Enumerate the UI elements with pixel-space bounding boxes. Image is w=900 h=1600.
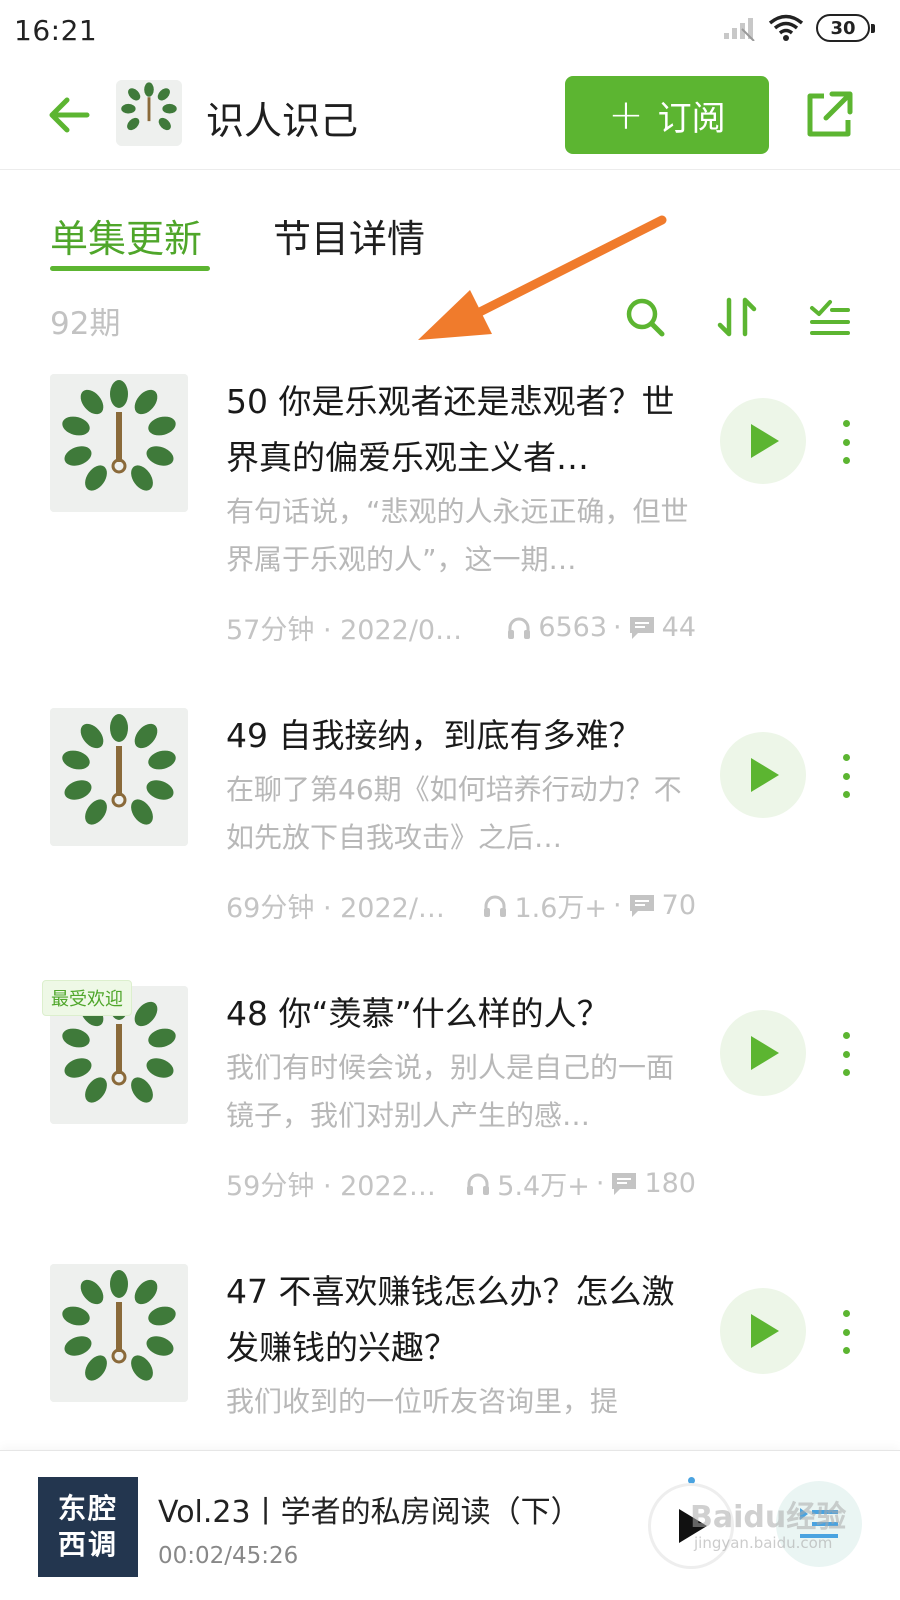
more-vertical-icon: [842, 754, 850, 761]
play-icon: [751, 1036, 779, 1070]
app-header: 识人识己 + 订阅: [0, 62, 900, 170]
episode-toolbar: 92期: [0, 290, 900, 350]
mini-player-play-button[interactable]: [648, 1483, 734, 1569]
meta-separator: ·: [595, 1168, 605, 1199]
podcast-cover: [116, 80, 182, 146]
episode-title: 48 你“羡慕”什么样的人？: [226, 994, 610, 1033]
back-arrow-icon: [49, 97, 90, 133]
tab-bar: 单集更新 节目详情: [0, 200, 900, 280]
status-icons: 30: [722, 14, 875, 42]
episode-comments: 44: [661, 612, 696, 643]
active-tab-indicator: [50, 266, 210, 271]
more-options-button[interactable]: [834, 1032, 858, 1076]
more-options-button[interactable]: [834, 754, 858, 798]
play-icon: [679, 1509, 707, 1543]
more-vertical-icon: [842, 420, 850, 427]
play-icon: [751, 424, 779, 458]
search-icon[interactable]: [622, 294, 668, 340]
status-time: 16:21: [14, 14, 98, 47]
sort-icon[interactable]: [714, 294, 760, 340]
episode-duration-date: 57分钟 · 2022/0…: [226, 615, 463, 646]
comment-icon: [629, 894, 654, 917]
episode-title: 50 你是乐观者还是悲观者？世界真的偏爱乐观主义者…: [226, 382, 675, 477]
episode-plays: 1.6万+: [514, 893, 608, 924]
episode-meta: 59分钟 · 2022… 5.4万+ · 180: [226, 1164, 696, 1203]
cover-leaf-wreath-icon: [50, 1264, 188, 1402]
episode-comments: 70: [661, 890, 696, 921]
battery-icon: 30: [816, 14, 875, 42]
episode-description: 在聊了第46期《如何培养行动力？不如先放下自我攻击》之后…: [226, 773, 682, 854]
episode-count: 92期: [50, 306, 121, 342]
cover-leaf-wreath-icon: [50, 708, 188, 846]
episode-duration-date: 59分钟 · 2022…: [226, 1171, 436, 1202]
now-playing-cover: 东腔 西调: [38, 1477, 138, 1577]
podcast-title: 识人识己: [206, 99, 359, 143]
episode-description: 有句话说，“悲观的人永远正确，但世界属于乐观的人”，这一期…: [226, 495, 689, 576]
episode-plays: 6563: [538, 612, 608, 643]
more-vertical-icon: [842, 1032, 850, 1039]
episode-title: 47 不喜欢赚钱怎么办？怎么激发赚钱的兴趣？: [226, 1272, 675, 1367]
wifi-icon: [768, 14, 804, 41]
comment-icon: [629, 616, 654, 639]
episode-duration-date: 69分钟 · 2022/…: [226, 893, 445, 924]
signal-icon: [724, 18, 755, 41]
episode-cover: [50, 374, 188, 512]
cover-leaf-wreath-icon: [116, 80, 182, 146]
subscribe-label: 订阅: [657, 98, 726, 139]
most-popular-badge: 最受欢迎: [42, 980, 132, 1016]
episode-title: 49 自我接纳，到底有多难？: [226, 716, 642, 755]
now-playing-title: Vol.23丨学者的私房阅读（下）: [158, 1495, 581, 1530]
mini-player[interactable]: 东腔 西调 Vol.23丨学者的私房阅读（下） 00:02/45:26: [0, 1450, 900, 1600]
episode-plays: 5.4万+: [497, 1171, 590, 1202]
headphones-icon: [484, 895, 507, 917]
cover-line-1: 东腔: [57, 1492, 118, 1525]
playlist-button[interactable]: [776, 1481, 862, 1567]
more-options-button[interactable]: [834, 1310, 858, 1354]
plus-icon: +: [608, 90, 644, 139]
more-options-button[interactable]: [834, 420, 858, 464]
episode-description: 我们有时候会说，别人是自己的一面镜子，我们对别人产生的感…: [226, 1051, 675, 1132]
episode-cover: [50, 708, 188, 846]
episode-cover: [50, 1264, 188, 1402]
tab-episodes[interactable]: 单集更新: [50, 208, 202, 263]
cover-line-2: 西调: [57, 1528, 118, 1561]
episode-description: 我们收到的一位听友咨询里，提: [226, 1385, 619, 1418]
play-button[interactable]: [720, 732, 806, 818]
share-button[interactable]: [802, 88, 856, 142]
tab-program-details[interactable]: 节目详情: [273, 208, 425, 263]
episode-item[interactable]: 47 不喜欢赚钱怎么办？怎么激发赚钱的兴趣？ 我们收到的一位听友咨询里，提: [0, 1264, 900, 1450]
status-bar: 16:21 30: [0, 0, 900, 62]
headphones-icon: [467, 1173, 490, 1195]
more-vertical-icon: [842, 1310, 850, 1317]
back-button[interactable]: [44, 90, 94, 140]
subscribe-button[interactable]: + 订阅: [565, 76, 769, 154]
share-icon: [807, 91, 853, 137]
episode-meta: 69分钟 · 2022/… 1.6万+ · 70: [226, 886, 696, 925]
play-icon: [751, 1314, 779, 1348]
now-playing-time: 00:02/45:26: [158, 1543, 299, 1569]
play-button[interactable]: [720, 1010, 806, 1096]
play-button[interactable]: [720, 1288, 806, 1374]
play-button[interactable]: [720, 398, 806, 484]
episode-item[interactable]: 49 自我接纳，到底有多难？ 在聊了第46期《如何培养行动力？不如先放下自我攻击…: [0, 708, 900, 948]
headphones-icon: [508, 617, 531, 639]
episode-item[interactable]: 50 你是乐观者还是悲观者？世界真的偏爱乐观主义者… 有句话说，“悲观的人永远正…: [0, 374, 900, 674]
comment-icon: [612, 1172, 637, 1195]
episode-item[interactable]: 最受欢迎 48 你“羡慕”什么样的人？ 我们有时候会说，别人是自己的一面镜子，我…: [0, 980, 900, 1226]
meta-separator: ·: [613, 612, 622, 643]
playlist-icon: [800, 1508, 838, 1538]
meta-separator: ·: [613, 890, 622, 921]
cover-leaf-wreath-icon: [50, 374, 188, 512]
episode-comments: 180: [644, 1168, 696, 1199]
episode-meta: 57分钟 · 2022/0… 6563 · 44: [226, 608, 696, 647]
filter-list-icon[interactable]: [806, 294, 852, 340]
play-icon: [751, 758, 779, 792]
